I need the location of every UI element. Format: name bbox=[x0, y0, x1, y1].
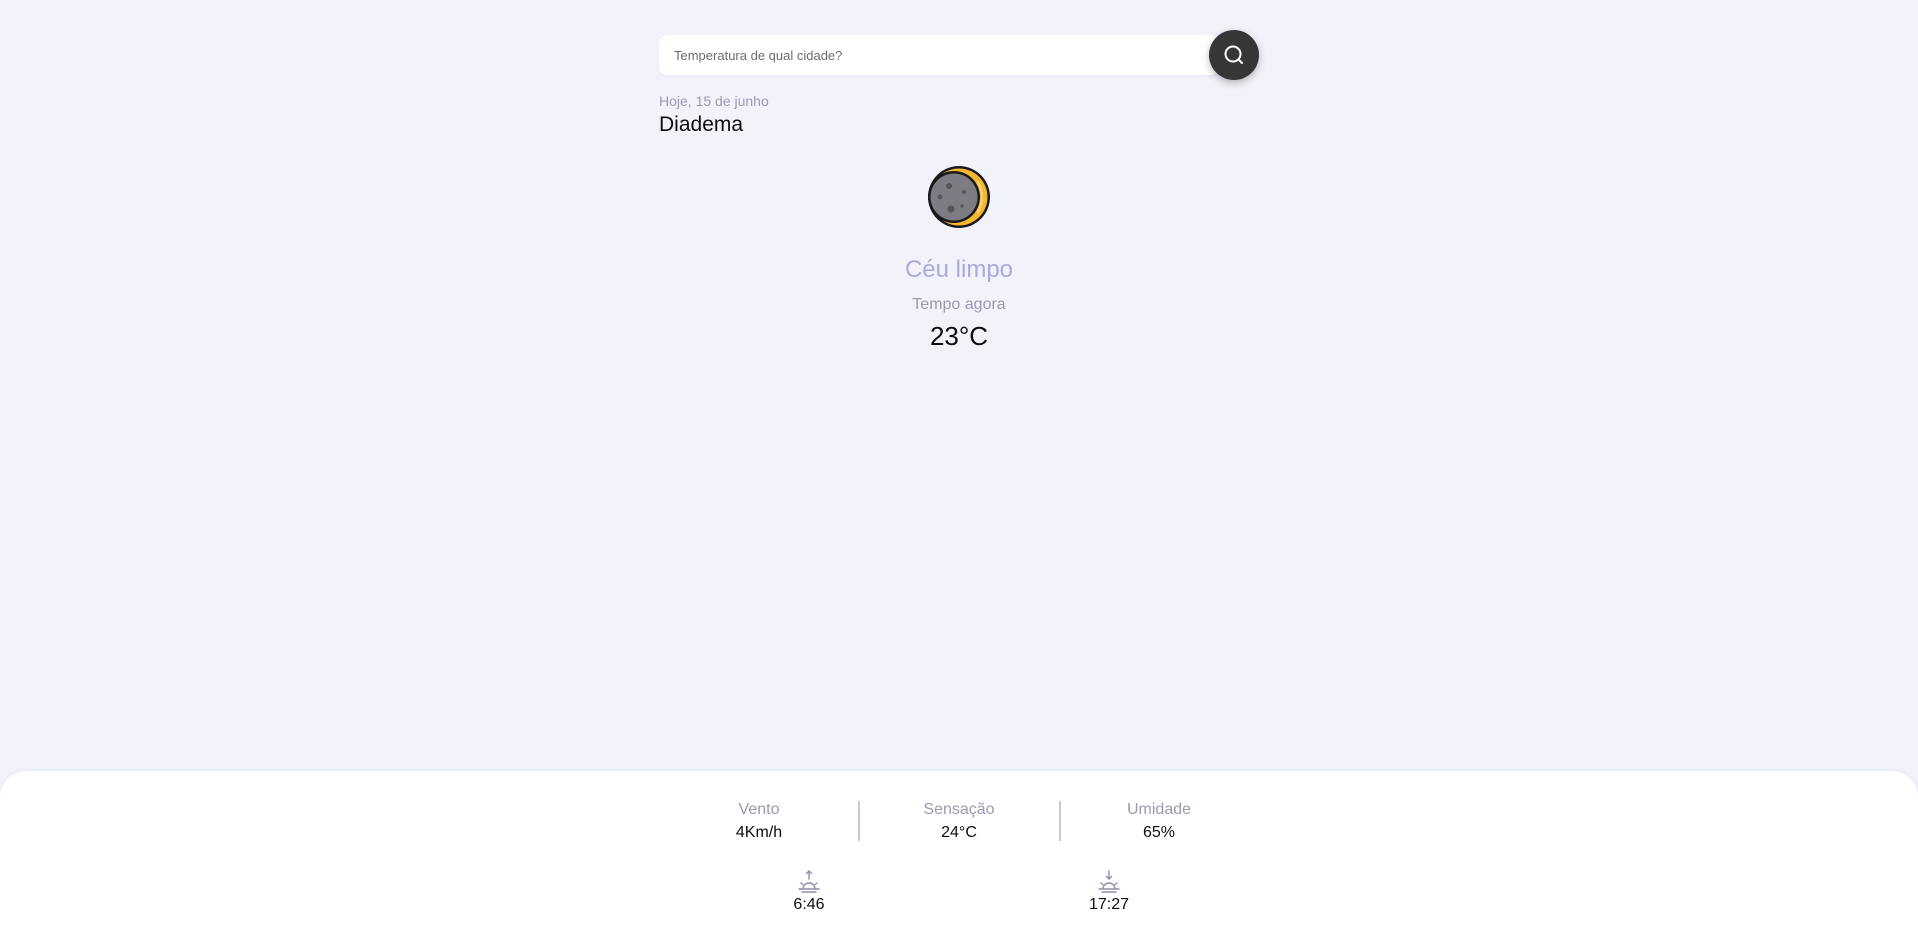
current-date: Hoje, 15 de junho bbox=[659, 93, 769, 109]
current-temperature: 23°C bbox=[929, 321, 989, 351]
feels-like-stat: Sensação 24°C bbox=[879, 800, 1039, 844]
details-panel bbox=[0, 771, 1918, 945]
sunrise-icon bbox=[798, 870, 820, 893]
sunset-time: 17:27 bbox=[1088, 896, 1130, 913]
humidity-value: 65% bbox=[1142, 824, 1176, 841]
search-icon bbox=[1224, 45, 1243, 64]
humidity-stat: Umidade 65% bbox=[1079, 800, 1239, 844]
wind-label: Vento bbox=[738, 801, 780, 818]
search-button[interactable] bbox=[1209, 30, 1259, 80]
feels-like-value: 24°C bbox=[941, 824, 977, 841]
weather-condition: Céu limpo bbox=[904, 256, 1014, 283]
humidity-label: Umidade bbox=[1126, 801, 1192, 818]
sunrise-time: 6:46 bbox=[793, 896, 825, 913]
divider bbox=[1059, 801, 1061, 841]
divider bbox=[858, 801, 860, 841]
now-label: Tempo agora bbox=[912, 296, 1006, 313]
wind-value: 4Km/h bbox=[735, 824, 783, 841]
crescent-moon-icon bbox=[928, 166, 990, 228]
wind-stat: Vento 4Km/h bbox=[679, 800, 839, 844]
sunset: 17:27 bbox=[1069, 870, 1149, 916]
search-input[interactable] bbox=[659, 35, 1179, 75]
feels-like-label: Sensação bbox=[923, 801, 995, 818]
sunset-icon bbox=[1098, 870, 1120, 893]
search-bar bbox=[659, 35, 1219, 75]
city-name: Diadema bbox=[659, 113, 744, 136]
sunrise: 6:46 bbox=[769, 870, 849, 916]
